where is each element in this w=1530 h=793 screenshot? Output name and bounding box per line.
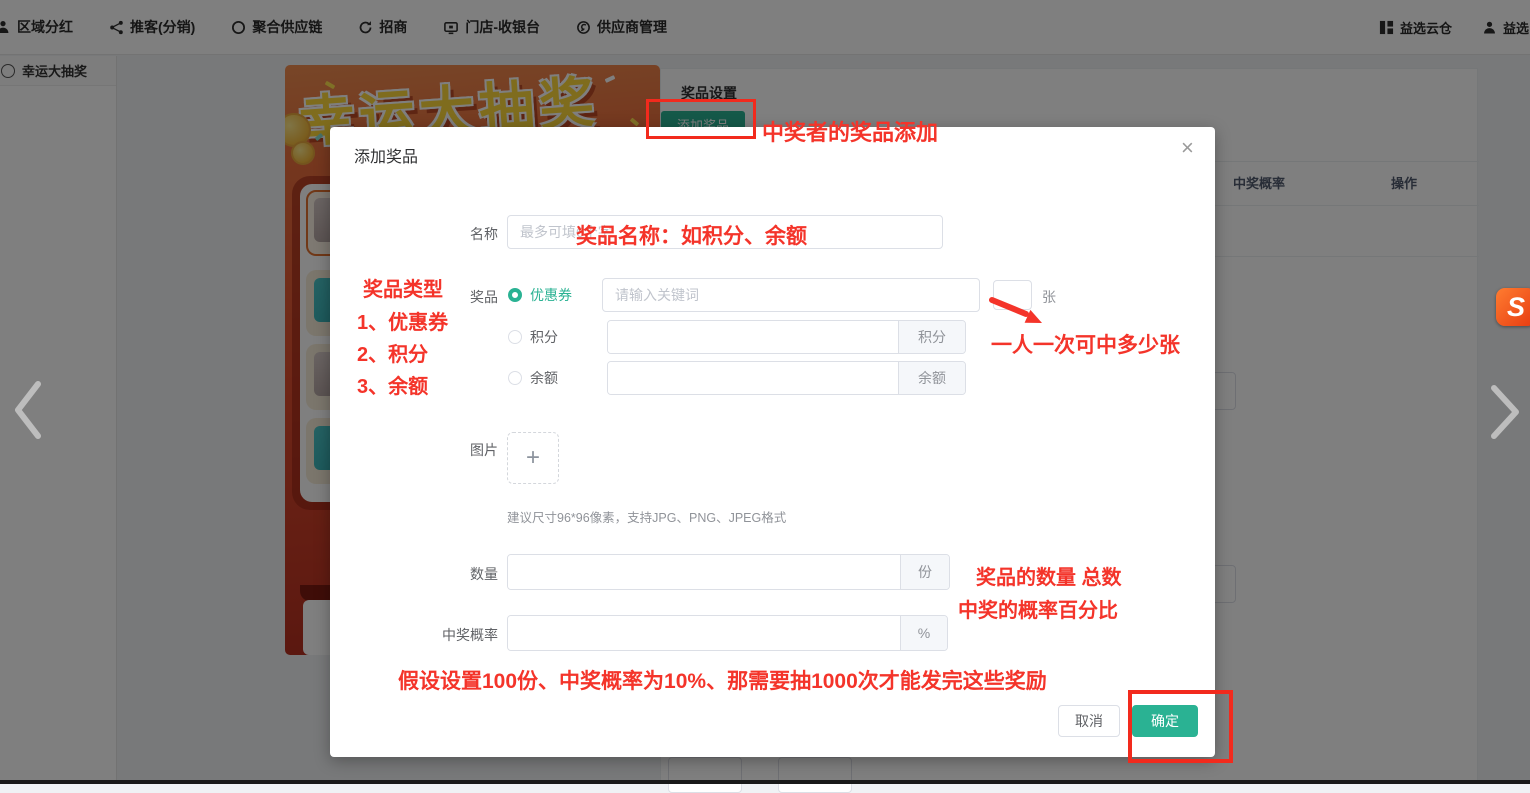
points-input-group: 积分: [607, 320, 966, 354]
plus-icon: +: [526, 444, 540, 472]
quantity-label: 数量: [428, 564, 498, 584]
annotation-type-3: 3、余额: [357, 370, 428, 399]
carousel-right-arrow[interactable]: [1488, 384, 1522, 445]
chevron-left-icon: [10, 378, 44, 442]
image-hint: 建议尺寸96*96像素，支持JPG、PNG、JPEG格式: [507, 507, 786, 526]
name-label: 名称: [428, 224, 498, 244]
cancel-button[interactable]: 取消: [1058, 705, 1120, 737]
points-input[interactable]: [608, 321, 898, 353]
carousel-left-arrow[interactable]: [10, 378, 44, 447]
add-prize-dialog: 添加奖品 × 名称 奖品 优惠券 张 积分 积分 余额 余额 图片 + 建议尺寸…: [330, 127, 1215, 757]
close-icon[interactable]: ×: [1181, 137, 1194, 159]
annotation-unit-note: 一人一次可中多少张: [991, 329, 1180, 359]
probability-suffix: %: [900, 616, 947, 650]
balance-suffix: 余额: [898, 362, 965, 394]
annotation-type-2: 2、积分: [357, 338, 428, 367]
image-label: 图片: [428, 440, 498, 460]
dialog-title: 添加奖品: [354, 143, 418, 167]
annotation-footer-note: 假设设置100份、中奖概率为10%、那需要抽1000次才能发完这些奖励: [398, 665, 1047, 695]
balance-input[interactable]: [608, 362, 898, 394]
quantity-input-group: 份: [507, 554, 950, 590]
radio-balance[interactable]: 余额: [508, 368, 558, 388]
coupon-unit-label: 张: [1042, 287, 1056, 307]
points-suffix: 积分: [898, 321, 965, 353]
screenshot-tool-logo[interactable]: S: [1496, 288, 1530, 326]
probability-input-group: %: [507, 615, 948, 651]
radio-coupon[interactable]: 优惠券: [508, 285, 572, 305]
logo-letter: S: [1507, 292, 1525, 323]
confirm-button[interactable]: 确定: [1132, 705, 1198, 737]
radio-coupon-label: 优惠券: [530, 285, 572, 305]
quantity-input[interactable]: [508, 555, 900, 589]
annotation-qty-note: 奖品的数量 总数: [976, 561, 1122, 590]
image-upload-box[interactable]: +: [507, 432, 559, 484]
annotation-prob-note: 中奖的概率百分比: [958, 594, 1118, 623]
radio-unselected-icon: [508, 330, 522, 344]
coupon-keyword-input[interactable]: [602, 278, 980, 312]
radio-balance-label: 余额: [530, 368, 558, 388]
balance-input-group: 余额: [607, 361, 966, 395]
probability-input[interactable]: [508, 616, 900, 650]
radio-points-label: 积分: [530, 327, 558, 347]
annotation-type-1: 1、优惠券: [357, 306, 448, 335]
probability-label: 中奖概率: [428, 625, 498, 645]
quantity-suffix: 份: [900, 555, 949, 589]
radio-unselected-icon: [508, 371, 522, 385]
coupon-count-input[interactable]: [993, 280, 1032, 310]
chevron-right-icon: [1488, 384, 1522, 440]
radio-selected-icon: [508, 288, 522, 302]
name-input[interactable]: [507, 215, 943, 249]
prize-label: 奖品: [428, 287, 498, 307]
radio-points[interactable]: 积分: [508, 327, 558, 347]
